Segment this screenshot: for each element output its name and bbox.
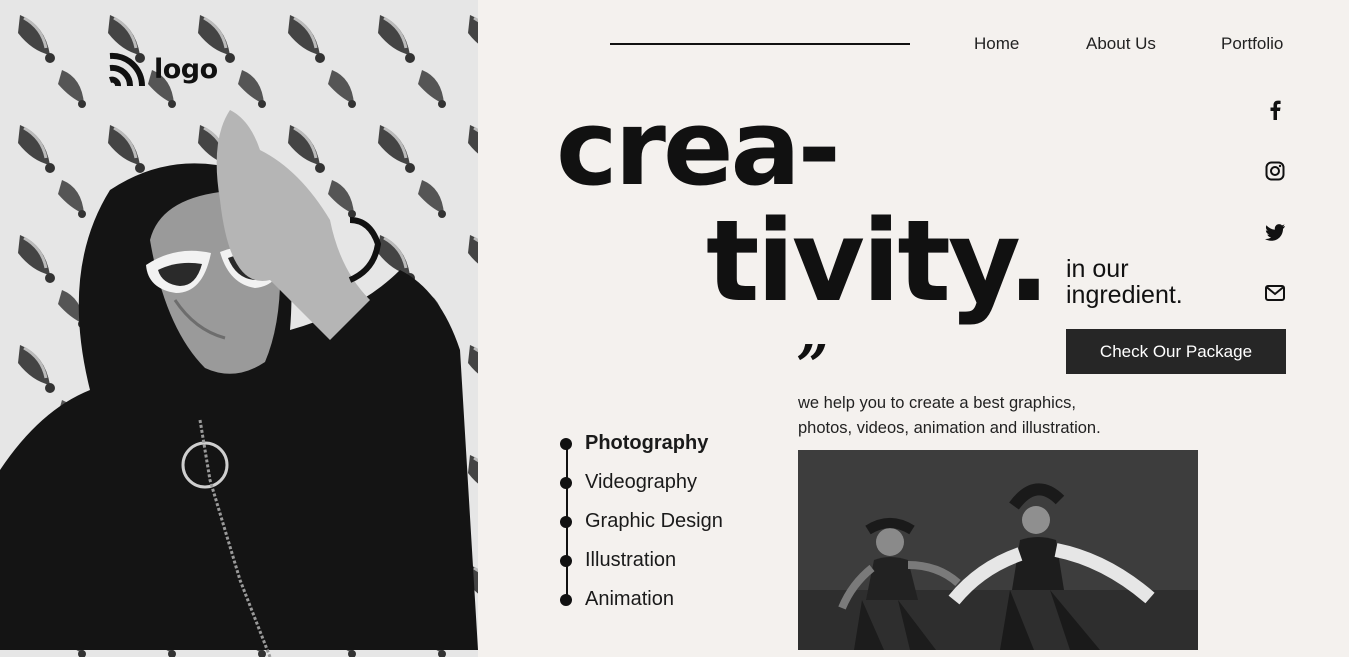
- mail-icon[interactable]: [1263, 281, 1287, 305]
- nav-link-home[interactable]: Home: [974, 34, 1019, 54]
- service-item-photography[interactable]: Photography: [560, 432, 708, 455]
- service-label: Photography: [585, 432, 709, 454]
- quote-mark: ”: [796, 333, 829, 399]
- instagram-icon[interactable]: [1263, 159, 1287, 183]
- dance-photo: [798, 450, 1198, 650]
- description-line-2: photos, videos, animation and illustrati…: [798, 419, 1101, 437]
- landing-page: logo Home About Us Portfolio crea- tivit…: [0, 0, 1349, 657]
- twitter-icon[interactable]: [1263, 220, 1287, 244]
- bullet-dot: [560, 515, 572, 528]
- service-label: Graphic Design: [585, 510, 723, 532]
- nav-link-portfolio[interactable]: Portfolio: [1221, 34, 1283, 54]
- headline-line-2: tivity.: [706, 197, 1050, 327]
- service-item-animation[interactable]: Animation: [560, 588, 674, 611]
- facebook-icon[interactable]: [1263, 98, 1287, 122]
- tagline-line-2: ingredient.: [1066, 281, 1183, 309]
- service-label: Animation: [585, 588, 674, 610]
- service-item-illustration[interactable]: Illustration: [560, 549, 676, 572]
- logo-text: logo: [154, 53, 218, 85]
- nav-link-about-us[interactable]: About Us: [1086, 34, 1156, 54]
- service-label: Videography: [585, 471, 697, 493]
- description-line-1: we help you to create a best graphics,: [798, 394, 1076, 412]
- check-our-package-button[interactable]: Check Our Package: [1066, 329, 1286, 374]
- hero-photo: logo: [0, 0, 478, 657]
- logo[interactable]: logo: [108, 50, 218, 88]
- nav-divider-line: [610, 43, 910, 45]
- bullet-dot: [560, 437, 572, 450]
- description: we help you to create a best graphics, p…: [798, 391, 1158, 441]
- headline-line-1: crea-: [556, 87, 841, 209]
- bullet-dot: [560, 476, 572, 489]
- tagline: in our ingredient.: [1066, 256, 1183, 308]
- service-label: Illustration: [585, 549, 677, 571]
- bullet-dot: [560, 554, 572, 567]
- service-item-graphic-design[interactable]: Graphic Design: [560, 510, 723, 533]
- rss-arc-icon: [108, 50, 146, 88]
- bullet-dot: [560, 593, 572, 606]
- service-item-videography[interactable]: Videography: [560, 471, 697, 494]
- tagline-line-1: in our: [1066, 255, 1129, 283]
